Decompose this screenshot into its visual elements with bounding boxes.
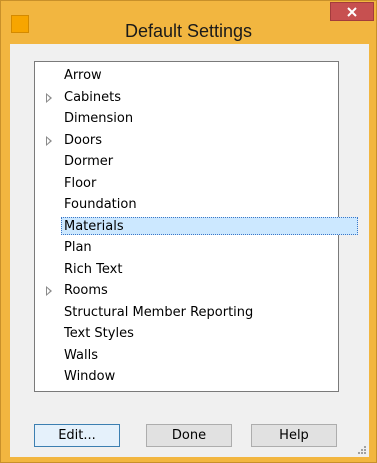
list-item-doors[interactable]: Doors (35, 130, 338, 151)
list-item-label: Materials (64, 218, 124, 234)
list-item-label: Text Styles (64, 326, 134, 341)
list-item-text-styles[interactable]: Text Styles (35, 323, 338, 344)
expand-arrow-icon[interactable] (46, 286, 52, 296)
list-item-label: Rich Text (64, 261, 123, 277)
help-button[interactable]: Help (251, 424, 337, 447)
list-item-label: Doors (64, 132, 103, 148)
list-item-label: Walls (64, 347, 98, 363)
list-item-cabinets[interactable]: Cabinets (35, 87, 338, 108)
close-icon (347, 6, 357, 17)
settings-list[interactable]: Arrow Cabinets Dimension Doors Dormer Floor Fo… (34, 61, 358, 392)
list-item-structural-member-reporting[interactable]: Structural Member Reporting (35, 302, 338, 323)
list-item-window[interactable]: Window (35, 366, 338, 387)
list-item-label: Floor (64, 175, 97, 191)
close-button[interactable] (330, 2, 374, 21)
list-item-label: Arrow (64, 68, 102, 83)
list-item-label: Foundation (64, 197, 137, 212)
done-button[interactable]: Done (146, 424, 232, 447)
dialog-client-area: Arrow Cabinets Dimension Doors Dormer Floor Fo… (10, 44, 369, 457)
list-item-label: Structural Member Reporting (64, 304, 254, 320)
expand-arrow-icon[interactable] (46, 92, 52, 103)
list-item-label: Plan (64, 240, 92, 255)
resize-grip-icon[interactable] (357, 445, 367, 455)
list-item-walls[interactable]: Walls (35, 345, 338, 366)
list-item-floor[interactable]: Floor (35, 173, 338, 194)
list-item-dimension[interactable]: Dimension (35, 108, 338, 129)
list-item-arrow[interactable]: Arrow (35, 65, 338, 86)
list-item-label: Rooms (64, 283, 108, 298)
list-item-rooms[interactable]: Rooms (35, 280, 338, 301)
list-item-label: Dormer (64, 154, 114, 169)
list-item-materials[interactable]: Materials (35, 216, 358, 237)
expand-arrow-icon[interactable] (46, 135, 52, 146)
list-item-plan[interactable]: Plan (35, 237, 338, 258)
list-item-label: Dimension (64, 111, 134, 126)
list-item-dormer[interactable]: Dormer (35, 151, 338, 172)
list-item-rich-text[interactable]: Rich Text (35, 259, 338, 280)
list-item-label: Window (64, 369, 116, 384)
list-item-label: Cabinets (64, 89, 122, 105)
list-item-foundation[interactable]: Foundation (35, 194, 338, 215)
default-settings-dialog: Default Settings Arrow Cabinets Dimension D… (0, 0, 377, 463)
title-bar: Default Settings (1, 1, 376, 41)
edit-button[interactable]: Edit... (34, 424, 120, 447)
